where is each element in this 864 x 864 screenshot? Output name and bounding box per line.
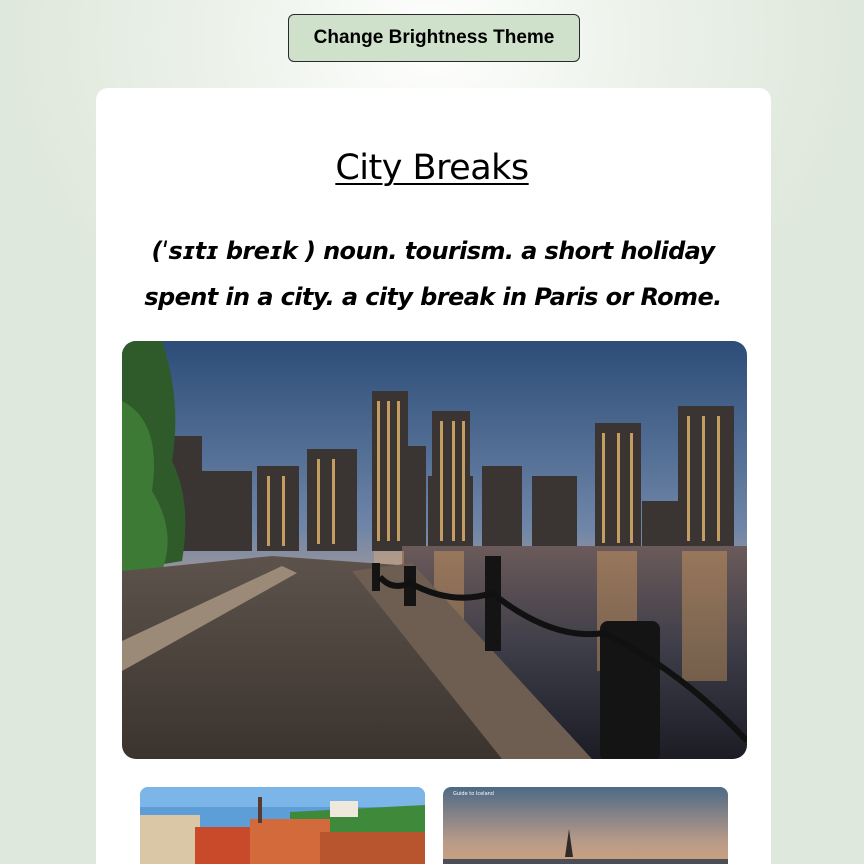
definition-text: (ˈsɪtɪ breɪk ) noun. tourism. a short ho… [144, 237, 722, 311]
thumbnail-caption: Guide to Iceland [453, 791, 494, 797]
thumbnail-harbour-sunset[interactable]: Guide to Iceland [443, 787, 728, 864]
thumbnail-old-town[interactable] [140, 787, 425, 864]
page-title: City Breaks [335, 148, 529, 188]
hero-image-city-waterfront [122, 341, 747, 759]
change-brightness-theme-button[interactable]: Change Brightness Theme [288, 14, 580, 62]
